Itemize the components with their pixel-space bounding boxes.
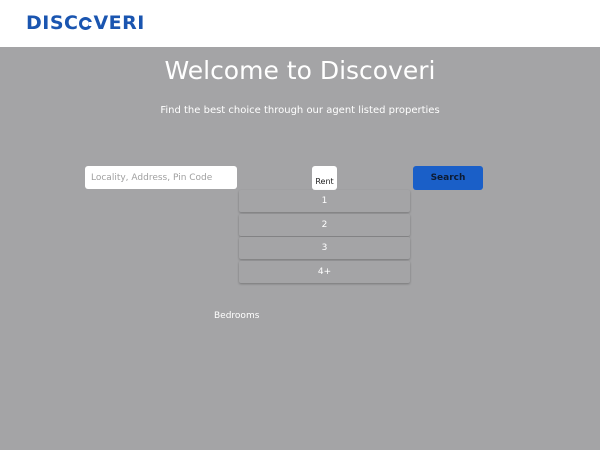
hero-subtitle: Find the best choice through our agent l… — [160, 105, 440, 116]
bedroom-option[interactable]: 3 — [239, 237, 410, 259]
discoveri-logo[interactable]: DISC VERI — [26, 10, 145, 36]
bedrooms-label: Bedrooms — [214, 311, 260, 321]
hero-title: Welcome to Discoveri — [164, 56, 436, 85]
top-navbar: DISC VERI — [0, 0, 600, 47]
bedroom-options-list: 1 2 3 4+ — [239, 190, 410, 284]
bedroom-option[interactable]: 4+ — [239, 260, 410, 283]
search-button[interactable]: Search — [413, 166, 483, 190]
logo-o-icon — [79, 16, 94, 30]
bedroom-option[interactable]: 2 — [239, 213, 410, 236]
location-search-input[interactable] — [85, 166, 237, 189]
bedroom-option[interactable]: 1 — [239, 190, 410, 212]
logo-text-end: VERI — [93, 12, 145, 34]
logo-text-start: DISC — [26, 12, 79, 34]
rent-type-button[interactable]: Rent — [312, 166, 337, 190]
